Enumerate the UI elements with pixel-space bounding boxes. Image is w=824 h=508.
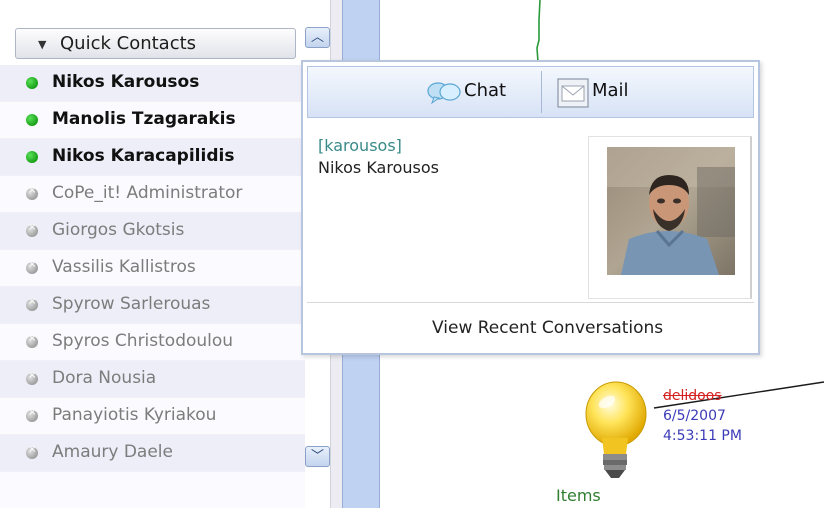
- node-date: 6/5/2007: [663, 408, 726, 424]
- contact-name: Panayiotis Kyriakou: [52, 405, 217, 425]
- scroll-down-button[interactable]: ﹀: [305, 446, 330, 467]
- contact-item[interactable]: Nikos Karousos: [0, 65, 305, 102]
- chat-label: Chat: [464, 80, 507, 101]
- popup-toolbar: Chat Mail: [307, 66, 754, 118]
- node-author[interactable]: delidoos: [663, 388, 722, 404]
- offline-status-icon: [26, 222, 38, 237]
- contacts-header: ▼ Quick Contacts: [0, 0, 336, 65]
- contact-item[interactable]: Nikos Karacapilidis: [0, 139, 305, 176]
- contact-name: Spyros Christodoulou: [52, 331, 234, 351]
- chat-bubbles-icon: [427, 82, 461, 105]
- quick-contacts-label: Quick Contacts: [60, 33, 197, 54]
- node-time: 4:53:11 PM: [663, 428, 742, 444]
- offline-status-icon: [26, 296, 38, 311]
- popup-divider: [307, 302, 754, 303]
- online-status-icon: [26, 151, 38, 163]
- idea-bulb-icon[interactable]: [574, 378, 654, 488]
- contact-fullname: Nikos Karousos: [318, 158, 439, 177]
- online-status-icon: [26, 77, 38, 89]
- contact-photo-frame: [588, 136, 752, 299]
- connector-line: [536, 0, 541, 62]
- contact-item[interactable]: Giorgos Gkotsis: [0, 213, 305, 250]
- contact-name: Dora Nousia: [52, 368, 157, 388]
- contact-name: Nikos Karacapilidis: [52, 146, 235, 166]
- scroll-up-button[interactable]: ︿: [305, 27, 330, 48]
- contact-name: Spyrow Sarlerouas: [52, 294, 211, 314]
- contact-username: [karousos]: [318, 136, 402, 155]
- contact-name: Nikos Karousos: [52, 72, 200, 92]
- contact-photo: [607, 147, 735, 275]
- contact-item[interactable]: Manolis Tzagarakis: [0, 102, 305, 139]
- offline-status-icon: [26, 370, 38, 385]
- contact-list: Nikos Karousos Manolis Tzagarakis Nikos …: [0, 65, 305, 472]
- mail-icon: [557, 78, 589, 108]
- contact-item[interactable]: CoPe_it! Administrator: [0, 176, 305, 213]
- contact-item[interactable]: Spyros Christodoulou: [0, 324, 305, 361]
- contact-item[interactable]: Vassilis Kallistros: [0, 250, 305, 287]
- contact-item[interactable]: Panayiotis Kyriakou: [0, 398, 305, 435]
- quick-contacts-button[interactable]: ▼ Quick Contacts: [15, 28, 296, 59]
- chat-button[interactable]: Chat: [308, 67, 541, 117]
- contact-name: Manolis Tzagarakis: [52, 109, 236, 129]
- online-status-icon: [26, 114, 38, 126]
- contact-name: Amaury Daele: [52, 442, 173, 462]
- chevron-up-icon: ︿: [310, 30, 324, 45]
- mail-label: Mail: [592, 80, 629, 101]
- contact-item[interactable]: Spyrow Sarlerouas: [0, 287, 305, 324]
- mail-button[interactable]: Mail: [542, 67, 754, 117]
- offline-status-icon: [26, 333, 38, 348]
- contact-item[interactable]: Dora Nousia: [0, 361, 305, 398]
- contact-popup: Chat Mail [karousos] Nikos Karousos View…: [301, 60, 760, 355]
- contact-name: Giorgos Gkotsis: [52, 220, 185, 240]
- offline-status-icon: [26, 444, 38, 459]
- offline-status-icon: [26, 185, 38, 200]
- offline-status-icon: [26, 407, 38, 422]
- contact-name: Vassilis Kallistros: [52, 257, 196, 277]
- dropdown-arrow-icon: ▼: [38, 38, 47, 51]
- view-recent-conversations-link[interactable]: View Recent Conversations: [432, 318, 663, 338]
- offline-status-icon: [26, 259, 38, 274]
- chevron-down-icon: ﹀: [310, 449, 324, 464]
- items-label: Items: [556, 486, 601, 505]
- contact-name: CoPe_it! Administrator: [52, 183, 243, 203]
- contact-item[interactable]: Amaury Daele: [0, 435, 305, 472]
